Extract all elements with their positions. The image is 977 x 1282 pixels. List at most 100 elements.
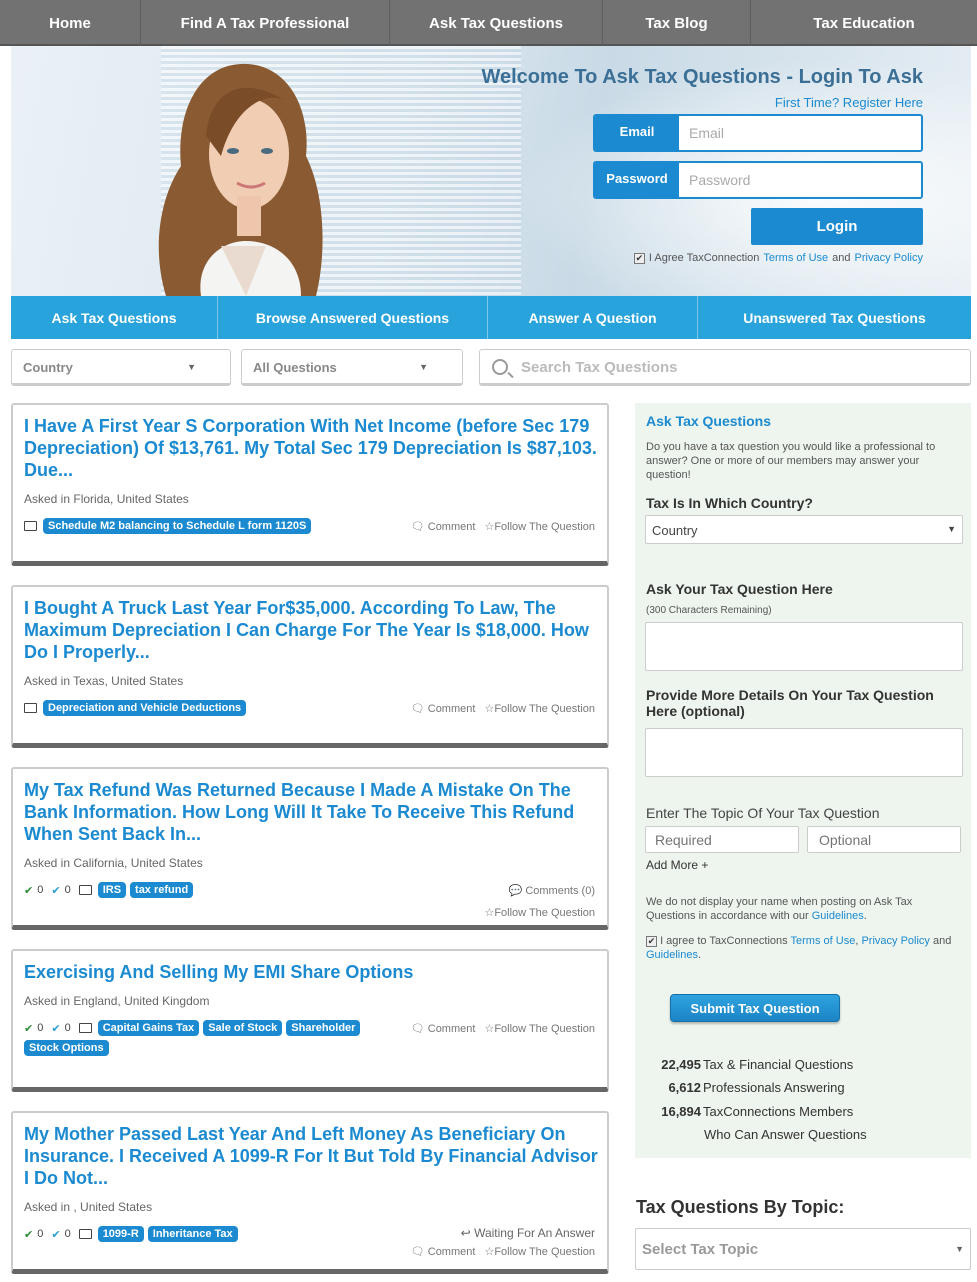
add-more-link[interactable]: Add More + — [646, 858, 708, 872]
subnav-browse[interactable]: Browse Answered Questions — [218, 296, 488, 339]
chars-remaining: (300 Characters Remaining) — [646, 605, 772, 616]
question-card: I Have A First Year S Corporation With N… — [11, 403, 609, 566]
subnav-unanswered[interactable]: Unanswered Tax Questions — [698, 296, 971, 339]
question-title[interactable]: I Bought A Truck Last Year For$35,000. A… — [24, 597, 602, 663]
guidelines-link[interactable]: Guidelines — [812, 910, 864, 922]
country-filter[interactable]: Country ▼ — [11, 349, 231, 386]
tag[interactable]: Shareholder — [286, 1020, 361, 1036]
subnav-answer[interactable]: Answer A Question — [488, 296, 698, 339]
question-title[interactable]: My Mother Passed Last Year And Left Mone… — [24, 1123, 602, 1189]
question-location: Asked in , United States — [24, 1200, 153, 1214]
question-tags: Depreciation and Vehicle Deductions — [24, 700, 247, 716]
login-agree: ✔ I Agree TaxConnection Terms of Use and… — [633, 252, 923, 264]
nav-find-professional[interactable]: Find A Tax Professional — [141, 0, 390, 46]
top-nav: Home Find A Tax Professional Ask Tax Que… — [0, 0, 977, 46]
form-guidelines-link[interactable]: Guidelines — [646, 949, 698, 961]
welcome-title: Welcome To Ask Tax Questions - Login To … — [481, 66, 923, 88]
email-row: Email — [593, 114, 923, 152]
follow-link[interactable]: ☆Follow The Question — [484, 906, 595, 919]
form-agree-checkbox[interactable]: ✔ — [646, 936, 657, 947]
comment-link[interactable]: 🗨 Comment — [411, 520, 476, 533]
folder-icon — [78, 885, 92, 895]
tag[interactable]: 1099-R — [97, 1226, 144, 1242]
topic-required-input[interactable] — [645, 826, 799, 853]
question-tags: Schedule M2 balancing to Schedule L form… — [24, 518, 312, 534]
follow-link[interactable]: ☆Follow The Question — [484, 1022, 595, 1035]
follow-link[interactable]: ☆Follow The Question — [484, 1245, 595, 1258]
question-textarea[interactable] — [645, 622, 963, 671]
tag[interactable]: Depreciation and Vehicle Deductions — [43, 700, 247, 716]
password-label: Password — [595, 163, 679, 197]
chevron-down-icon: ▼ — [187, 362, 196, 372]
answered-check-icon: ✔ — [24, 884, 34, 897]
terms-link[interactable]: Terms of Use — [763, 252, 828, 264]
comment-link[interactable]: 🗨 Comment — [411, 1245, 476, 1258]
topic-select[interactable]: Select Tax Topic ▼ — [635, 1228, 971, 1270]
question-title[interactable]: I Have A First Year S Corporation With N… — [24, 415, 602, 481]
follow-link[interactable]: ☆Follow The Question — [484, 520, 595, 533]
comment-link[interactable]: 🗨 Comment — [411, 1022, 476, 1035]
details-label: Provide More Details On Your Tax Questio… — [646, 687, 934, 719]
privacy-link[interactable]: Privacy Policy — [855, 252, 923, 264]
topic-optional-input[interactable] — [807, 826, 961, 853]
question-location: Asked in England, United Kingdom — [24, 994, 210, 1008]
privacy-note: We do not display your name when posting… — [646, 896, 913, 922]
topics-title: Tax Questions By Topic: — [636, 1197, 845, 1217]
vote-check-icon: ✔ — [51, 884, 61, 897]
question-title[interactable]: Exercising And Selling My EMI Share Opti… — [24, 961, 602, 983]
question-location: Asked in Florida, United States — [24, 492, 189, 506]
stat-professionals: 6,612 Professionals Answering — [668, 1080, 845, 1095]
comment-link[interactable]: 🗨 Comment — [411, 702, 476, 715]
sub-nav: Ask Tax Questions Browse Answered Questi… — [11, 296, 971, 339]
form-privacy-link[interactable]: Privacy Policy — [861, 935, 929, 947]
chevron-down-icon: ▼ — [947, 524, 956, 534]
chevron-down-icon: ▼ — [955, 1244, 964, 1254]
comments-link[interactable]: 💬 Comments (0) — [509, 884, 595, 897]
password-row: Password — [593, 161, 923, 199]
stat-questions: 22,495 Tax & Financial Questions — [661, 1057, 854, 1072]
search-box — [479, 349, 971, 386]
form-agree: ✔ I agree to TaxConnections Terms of Use… — [646, 935, 952, 961]
login-button[interactable]: Login — [751, 208, 923, 245]
chevron-down-icon: ▼ — [419, 362, 428, 372]
nav-ask-tax-questions[interactable]: Ask Tax Questions — [390, 0, 603, 46]
folder-icon — [78, 1229, 92, 1239]
tag[interactable]: IRS — [97, 882, 127, 898]
tag[interactable]: Stock Options — [24, 1040, 109, 1056]
hero-woman-image — [158, 63, 323, 296]
country-select[interactable]: Country ▼ — [645, 515, 963, 544]
agree-checkbox[interactable]: ✔ — [633, 252, 645, 264]
tag[interactable]: Capital Gains Tax — [97, 1020, 200, 1036]
subnav-ask[interactable]: Ask Tax Questions — [11, 296, 218, 339]
follow-link[interactable]: ☆Follow The Question — [484, 702, 595, 715]
question-tags: ✔ 0 ✔ 0 1099-R Inheritance Tax — [24, 1226, 238, 1242]
question-tags: ✔ 0 ✔ 0 IRS tax refund — [24, 882, 194, 898]
search-icon — [492, 359, 508, 375]
stats-footer: Who Can Answer Questions — [704, 1127, 867, 1142]
email-input[interactable] — [679, 116, 921, 150]
vote-check-icon: ✔ — [51, 1228, 61, 1241]
details-textarea[interactable] — [645, 728, 963, 777]
questions-filter[interactable]: All Questions ▼ — [241, 349, 463, 386]
password-input[interactable] — [679, 163, 921, 197]
tag[interactable]: Inheritance Tax — [147, 1226, 238, 1242]
question-title[interactable]: My Tax Refund Was Returned Because I Mad… — [24, 779, 602, 845]
nav-tax-education[interactable]: Tax Education — [751, 0, 977, 46]
folder-icon — [78, 1023, 92, 1033]
question-card: My Mother Passed Last Year And Left Mone… — [11, 1111, 609, 1274]
tag[interactable]: tax refund — [130, 882, 194, 898]
question-location: Asked in California, United States — [24, 856, 203, 870]
nav-tax-blog[interactable]: Tax Blog — [603, 0, 751, 46]
answered-check-icon: ✔ — [24, 1228, 34, 1241]
search-input[interactable] — [521, 356, 941, 378]
email-label: Email — [595, 116, 679, 150]
folder-icon — [24, 521, 37, 531]
form-terms-link[interactable]: Terms of Use — [791, 935, 856, 947]
country-label: Tax Is In Which Country? — [646, 495, 813, 511]
submit-question-button[interactable]: Submit Tax Question — [670, 994, 840, 1022]
question-location: Asked in Texas, United States — [24, 674, 184, 688]
tag[interactable]: Schedule M2 balancing to Schedule L form… — [43, 518, 312, 534]
tag[interactable]: Sale of Stock — [203, 1020, 283, 1036]
nav-home[interactable]: Home — [0, 0, 141, 46]
register-link[interactable]: First Time? Register Here — [775, 95, 923, 110]
